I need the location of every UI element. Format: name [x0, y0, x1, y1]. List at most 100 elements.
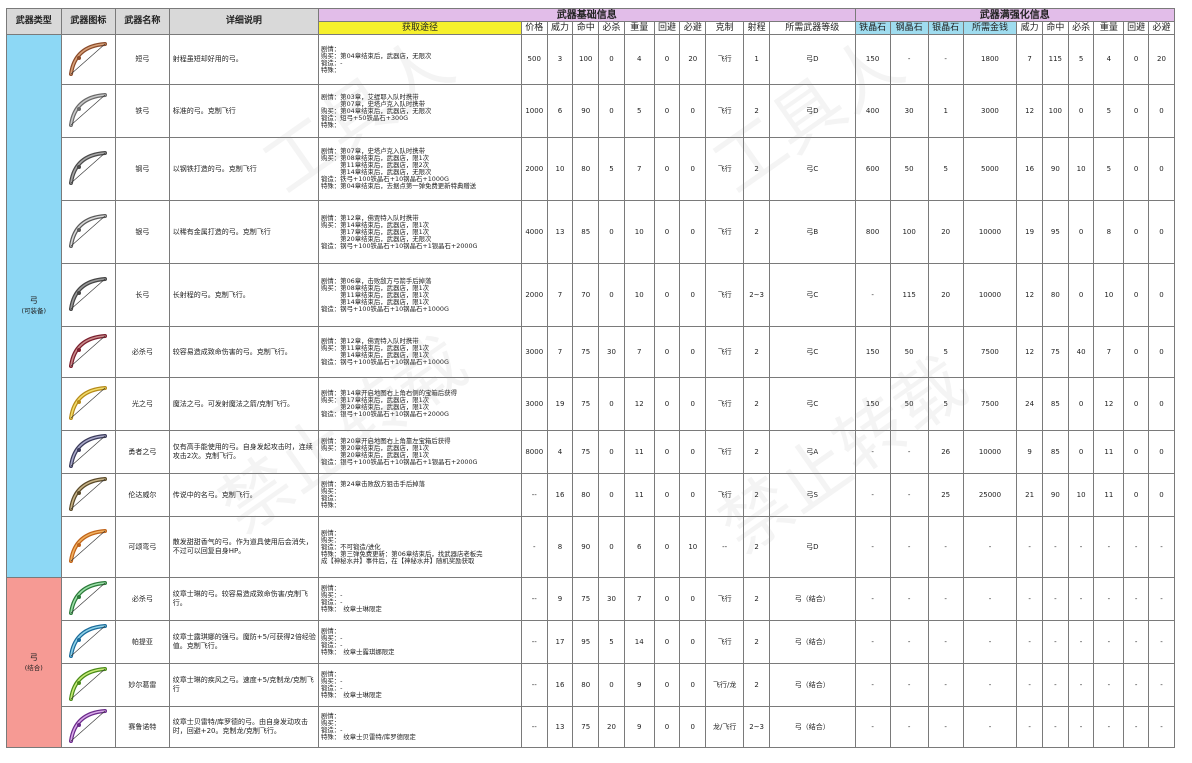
- base-stat-cell: 0: [653, 430, 681, 474]
- base-stat-cell: 弓（结合）: [768, 706, 856, 748]
- source-line: 购买：: [321, 719, 341, 727]
- max-stat-cell: 0: [1148, 473, 1175, 517]
- weapon-row: 勇者之弓 仅有高手能使用的弓。自身发起攻击时，连续攻击2次。克制飞行。 剧情：第20…: [7, 430, 1175, 474]
- base-stat-cell: --: [520, 473, 548, 517]
- base-stat-cell: 90: [572, 516, 600, 578]
- source-line: 剧情：: [321, 584, 341, 592]
- base-stat-cell: 0: [679, 84, 707, 138]
- base-stat-cell: 飞行: [705, 577, 745, 621]
- max-stat-cell: -: [1041, 706, 1069, 748]
- max-stat-cell: -: [854, 263, 891, 327]
- max-stat-cell: 10000: [962, 200, 1018, 264]
- source-line: 特殊： 纹章士琳限定: [321, 605, 382, 613]
- base-stat-cell: 弓D: [768, 84, 856, 138]
- weapon-name: 光之弓: [115, 377, 170, 431]
- col-header-max-2: 银晶石: [927, 21, 964, 35]
- max-stat-cell: 115: [1041, 34, 1069, 85]
- max-stat-cell: -: [854, 430, 891, 474]
- base-stat-cell: 0: [653, 706, 681, 748]
- max-stat-cell: -: [1093, 516, 1125, 578]
- weapon-name: 伦达威尔: [115, 473, 170, 517]
- weapon-source: 剧情：第07章，史塔卢克入队时携带 购买：第08章结束后，武器店，限1次 第11章…: [318, 137, 522, 201]
- max-stat-cell: 12: [1016, 84, 1043, 138]
- max-stat-cell: 0: [1123, 473, 1149, 517]
- base-stat-cell: 2: [743, 137, 770, 201]
- weapon-description: 散发甜甜香气的弓。作为道具使用后会消失，不过可以回复自身HP。: [168, 516, 320, 578]
- category-cell: 弓 (结合): [6, 577, 62, 748]
- base-stat-cell: --: [705, 516, 745, 578]
- base-stat-cell: 10: [546, 137, 574, 201]
- col-header-max-8: 回避: [1123, 21, 1149, 35]
- base-stat-cell: --: [520, 577, 548, 621]
- base-stat-cell: 0: [679, 620, 707, 664]
- max-stat-cell: 50: [889, 377, 929, 431]
- base-stat-cell: 1000: [520, 84, 548, 138]
- source-line: 锻造：银弓+100铁晶石+10钢晶石+1银晶石+2000G: [321, 458, 478, 466]
- max-stat-cell: 90: [1041, 137, 1069, 201]
- base-stat-cell: 2: [743, 473, 770, 517]
- max-stat-cell: 10: [1067, 137, 1095, 201]
- max-stat-cell: -: [1123, 663, 1149, 707]
- base-stat-cell: 7: [623, 137, 655, 201]
- base-stat-cell: 2: [743, 84, 770, 138]
- max-stat-cell: 0: [1067, 430, 1095, 474]
- col-header-base-5: 回避: [653, 21, 681, 35]
- max-stat-cell: 0: [1123, 430, 1149, 474]
- base-stat-cell: 飞行: [705, 263, 745, 327]
- base-stat-cell: 4: [546, 430, 574, 474]
- long-bow-icon: [62, 275, 115, 315]
- col-header-base-0: 价格: [520, 21, 548, 35]
- max-stat-cell: 0: [1123, 326, 1149, 378]
- weapon-icon-cell: [60, 516, 117, 578]
- base-stat-cell: 0: [653, 577, 681, 621]
- weapon-row: 弓 (结合) 必杀弓 纹章士琳的弓。较容易造成致命伤害/克制飞行。 剧情： 购买：- 锻造：…: [6, 577, 1175, 748]
- max-stat-cell: 25000: [962, 473, 1018, 517]
- base-stat-cell: 11: [623, 430, 655, 474]
- iron-bow-icon: [62, 91, 115, 131]
- max-stat-cell: -: [1016, 706, 1043, 748]
- source-line: 特殊： 纹章士贝雷特/库罗德限定: [321, 733, 416, 741]
- max-stat-cell: -: [927, 620, 964, 664]
- base-stat-cell: 75: [572, 430, 600, 474]
- max-stat-cell: 10000: [962, 430, 1018, 474]
- base-stat-cell: 3000: [520, 377, 548, 431]
- base-stat-cell: --: [520, 706, 548, 748]
- weapon-description: 射程虽短却好用的弓。: [168, 34, 320, 85]
- source-line: 特殊：: [321, 65, 341, 74]
- weapon-icon-cell: [60, 137, 117, 201]
- max-stat-cell: -: [1016, 620, 1043, 664]
- col-header-desc: 详细说明: [168, 8, 320, 35]
- base-stat-cell: 2: [743, 430, 770, 474]
- base-stat-cell: 1: [743, 34, 770, 85]
- base-stat-cell: 弓（结合）: [768, 663, 856, 707]
- max-stat-cell: 150: [854, 326, 891, 378]
- max-stat-cell: -: [1093, 663, 1125, 707]
- category-cell: 弓 (可装备): [6, 34, 62, 578]
- max-stat-cell: 0: [1123, 137, 1149, 201]
- category-label: 弓: [29, 652, 38, 662]
- weapon-icon-cell: [60, 430, 117, 474]
- weapon-source: 剧情： 购买：- 锻造：- 特殊： 纹章士露琪娜限定: [318, 620, 522, 664]
- weapon-description: 标准的弓。克制飞行: [168, 84, 320, 138]
- weapon-description: 纹章士贝雷特/库罗德的弓。由自身发动攻击时，回避+20。克制龙/克制飞行。: [168, 706, 320, 748]
- base-stat-cell: 0: [679, 200, 707, 264]
- max-stat-cell: 600: [854, 137, 891, 201]
- base-stat-cell: 飞行/龙: [705, 663, 745, 707]
- col-header-name: 武器名称: [115, 8, 170, 35]
- max-stat-cell: 7: [1016, 34, 1043, 85]
- base-stat-cell: 0: [598, 263, 625, 327]
- weapon-source: 剧情：第12章，佛贾特入队时携带 购买：第14章结束后，武器店，限1次 第17章结…: [318, 200, 522, 264]
- base-stat-cell: 0: [679, 263, 707, 327]
- max-stat-cell: 90: [1041, 473, 1069, 517]
- base-stat-cell: -: [520, 516, 548, 578]
- max-stat-cell: 0: [1148, 200, 1175, 264]
- base-stat-cell: 75: [572, 706, 600, 748]
- max-stat-cell: 12: [1016, 263, 1043, 327]
- max-stat-cell: 0: [1148, 377, 1175, 431]
- base-stat-cell: 2: [743, 577, 770, 621]
- base-stat-cell: 85: [572, 200, 600, 264]
- max-stat-cell: 7500: [962, 377, 1018, 431]
- base-stat-cell: 6: [546, 84, 574, 138]
- max-stat-cell: 50: [889, 326, 929, 378]
- weapon-description: 纹章士露琪娜的强弓。魔防+5/可获得2倍经验值。克制飞行。: [168, 620, 320, 664]
